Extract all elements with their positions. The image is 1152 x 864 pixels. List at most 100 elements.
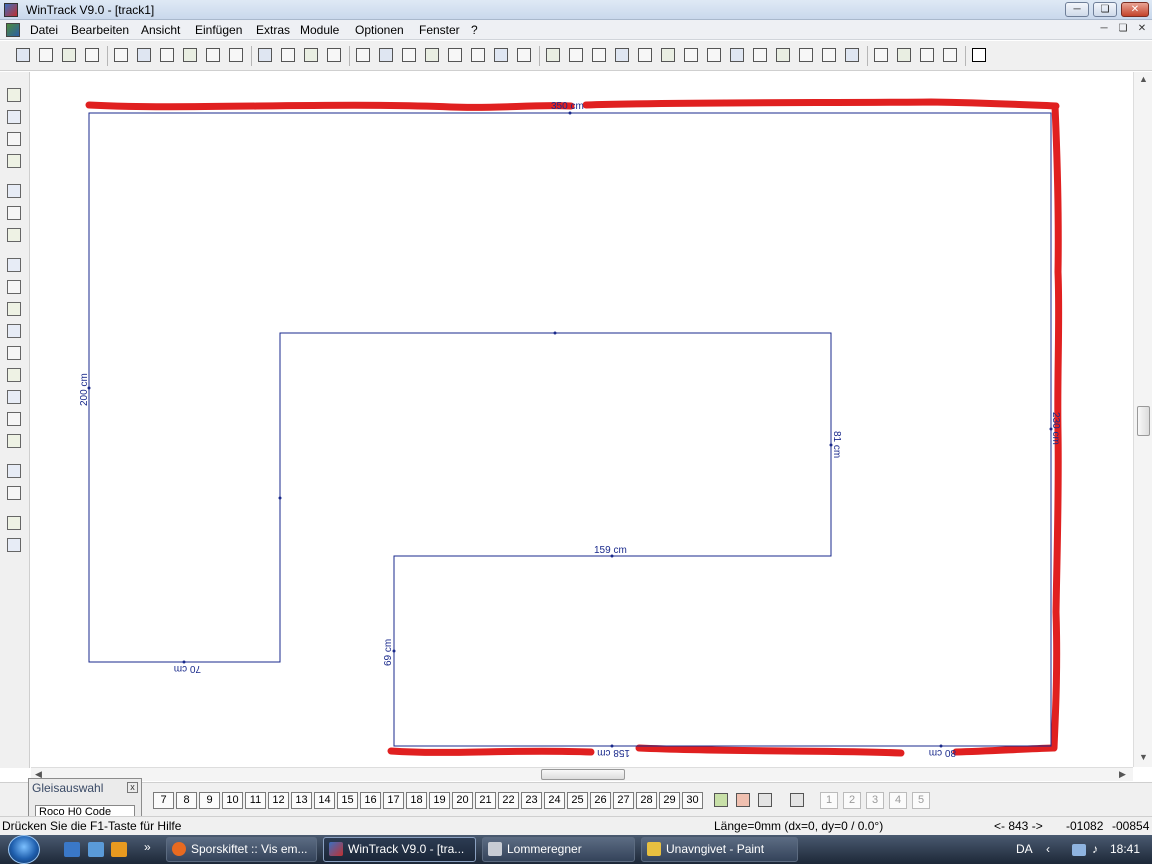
menu-ansicht[interactable]: Ansicht <box>141 23 180 37</box>
close-button[interactable]: ✕ <box>1121 2 1149 17</box>
layer-tab-7[interactable]: 7 <box>153 792 174 809</box>
picture-icon[interactable] <box>227 46 245 64</box>
task-wintrack[interactable]: WinTrack V9.0 - [tra... <box>323 837 476 862</box>
new-document-icon[interactable] <box>14 46 32 64</box>
quicklaunch-more-icon[interactable]: » <box>144 840 151 854</box>
layer-tab-12[interactable]: 12 <box>268 792 289 809</box>
menu-datei[interactable]: Datei <box>30 23 58 37</box>
layer-tab-11[interactable]: 11 <box>245 792 266 809</box>
view-tab-5[interactable]: 5 <box>912 792 930 809</box>
zoom-out-icon[interactable] <box>256 46 274 64</box>
vertical-spacing-tool-icon[interactable] <box>5 462 23 480</box>
ruler-tool-icon[interactable] <box>5 182 23 200</box>
minimize-button[interactable]: ─ <box>1065 2 1089 17</box>
split-track-icon[interactable] <box>797 46 815 64</box>
layer-tab-19[interactable]: 19 <box>429 792 450 809</box>
paste-section-icon[interactable] <box>446 46 464 64</box>
layer-color-icon[interactable] <box>712 791 730 809</box>
curve-track-icon[interactable] <box>567 46 585 64</box>
task-lommeregner[interactable]: Lommeregner <box>482 837 635 862</box>
layer-tab-26[interactable]: 26 <box>590 792 611 809</box>
open-folder-icon[interactable] <box>37 46 55 64</box>
layer-tab-13[interactable]: 13 <box>291 792 312 809</box>
view-tab-3[interactable]: 3 <box>866 792 884 809</box>
magic-icon[interactable] <box>941 46 959 64</box>
layer-tab-14[interactable]: 14 <box>314 792 335 809</box>
height-icon[interactable] <box>872 46 890 64</box>
pen-tool-icon[interactable] <box>5 514 23 532</box>
align-icon[interactable] <box>774 46 792 64</box>
zoom-fit-icon[interactable] <box>325 46 343 64</box>
horizontal-scrollbar[interactable]: ◀ ▶ <box>31 767 1133 781</box>
print-setup-icon[interactable] <box>135 46 153 64</box>
scroll-up-icon[interactable]: ▲ <box>1139 74 1148 84</box>
zoom-in-icon[interactable] <box>279 46 297 64</box>
vertical-scroll-thumb[interactable] <box>1137 406 1150 436</box>
flex-track-tool-2-icon[interactable] <box>5 108 23 126</box>
tray-expand-icon[interactable]: ‹ <box>1046 842 1050 856</box>
stairs-tool-icon[interactable] <box>5 388 23 406</box>
layer-tab-17[interactable]: 17 <box>383 792 404 809</box>
volume-icon[interactable]: ♪ <box>1092 842 1098 856</box>
ungroup-icon[interactable] <box>659 46 677 64</box>
redo-icon[interactable] <box>377 46 395 64</box>
baseboard-tool-icon[interactable] <box>5 226 23 244</box>
ramp-icon[interactable] <box>895 46 913 64</box>
save-icon[interactable] <box>60 46 78 64</box>
paste-icon[interactable] <box>515 46 533 64</box>
menu-help[interactable]: ? <box>471 23 478 37</box>
wall-tool-icon[interactable] <box>5 204 23 222</box>
mdi-close-button[interactable]: ✕ <box>1135 23 1149 36</box>
layer-tab-8[interactable]: 8 <box>176 792 197 809</box>
layer-tab-15[interactable]: 15 <box>337 792 358 809</box>
document-icon[interactable] <box>6 23 20 37</box>
menu-optionen[interactable]: Optionen <box>355 23 404 37</box>
media-player-icon[interactable] <box>111 842 127 857</box>
mdi-restore-button[interactable]: ❏ <box>1116 23 1130 36</box>
layer-tab-18[interactable]: 18 <box>406 792 427 809</box>
delete-icon[interactable] <box>400 46 418 64</box>
cut-icon[interactable] <box>469 46 487 64</box>
slider-settings-icon[interactable] <box>204 46 222 64</box>
clock[interactable]: 18:41 <box>1110 842 1140 856</box>
height-adjust-tool-icon[interactable] <box>5 484 23 502</box>
start-button[interactable] <box>8 835 40 864</box>
mdi-minimize-button[interactable]: ─ <box>1097 23 1111 36</box>
dimension-tool-icon[interactable] <box>5 256 23 274</box>
wintrack-app-icon[interactable] <box>4 3 18 17</box>
bridge-icon[interactable] <box>613 46 631 64</box>
trees-tool-icon[interactable] <box>5 366 23 384</box>
layer-tab-9[interactable]: 9 <box>199 792 220 809</box>
language-indicator[interactable]: DA <box>1016 842 1033 856</box>
calculator-icon[interactable] <box>158 46 176 64</box>
building-tool-icon[interactable] <box>5 344 23 362</box>
layer-tab-16[interactable]: 16 <box>360 792 381 809</box>
switch-windows-icon[interactable] <box>88 842 104 857</box>
layer-tab-25[interactable]: 25 <box>567 792 588 809</box>
layer-stack-icon[interactable] <box>788 791 806 809</box>
layer-tab-10[interactable]: 10 <box>222 792 243 809</box>
gleisauswahl-close-button[interactable]: x <box>127 782 138 793</box>
layer-tab-20[interactable]: 20 <box>452 792 473 809</box>
view-tab-2[interactable]: 2 <box>843 792 861 809</box>
group-icon[interactable] <box>636 46 654 64</box>
layer-tab-22[interactable]: 22 <box>498 792 519 809</box>
landscape-tool-icon[interactable] <box>5 432 23 450</box>
vertical-scrollbar[interactable]: ▲ ▼ <box>1133 72 1152 767</box>
task-sporskiftet[interactable]: Sporskiftet :: Vis em... <box>166 837 317 862</box>
menu-fenster[interactable]: Fenster <box>419 23 460 37</box>
scroll-right-icon[interactable]: ▶ <box>1119 769 1126 780</box>
connect-icon[interactable] <box>751 46 769 64</box>
layer-lock-icon[interactable] <box>756 791 774 809</box>
undo-icon[interactable] <box>354 46 372 64</box>
layer-tab-30[interactable]: 30 <box>682 792 703 809</box>
platform-tool-icon[interactable] <box>5 152 23 170</box>
view-tab-1[interactable]: 1 <box>820 792 838 809</box>
menu-module[interactable]: Module <box>300 23 339 37</box>
print-icon[interactable] <box>112 46 130 64</box>
menu-einfuegen[interactable]: Einfügen <box>195 23 242 37</box>
copy-section-icon[interactable] <box>423 46 441 64</box>
text-tool-icon[interactable] <box>5 300 23 318</box>
zoom-window-icon[interactable] <box>302 46 320 64</box>
switch-track-icon[interactable] <box>544 46 562 64</box>
